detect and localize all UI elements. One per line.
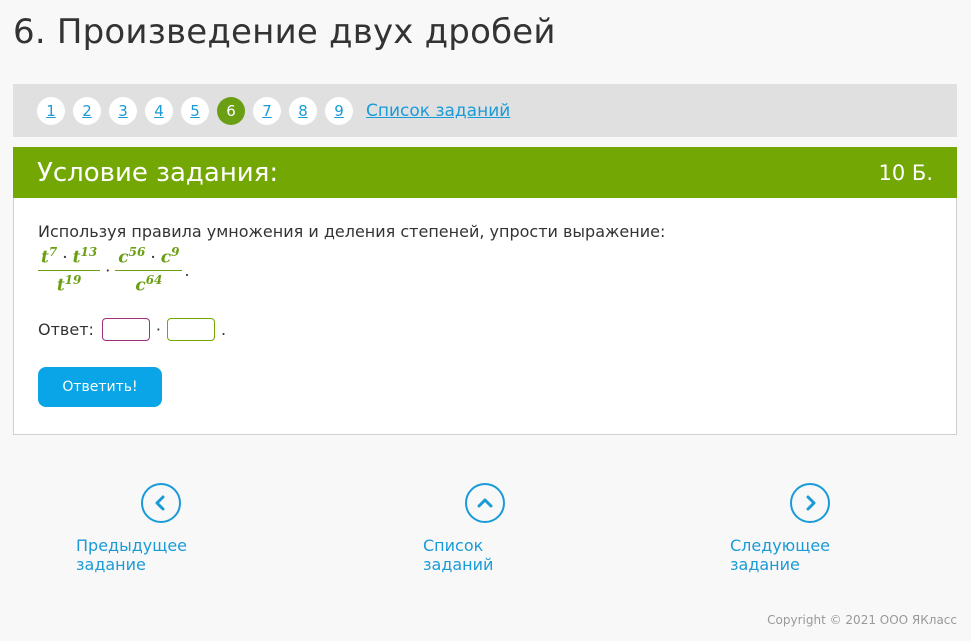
- multiply-operator: ·: [105, 260, 111, 280]
- task-list-link[interactable]: Список заданий: [366, 101, 510, 121]
- fraction-1-denominator: t19: [56, 272, 82, 296]
- task-instruction: Используя правила умножения и деления ст…: [38, 222, 666, 241]
- task-header: Условие задания: 10 Б.: [13, 147, 957, 198]
- answer-input-1[interactable]: [101, 318, 150, 342]
- expression-end: .: [184, 260, 190, 280]
- page-link-4[interactable]: 4: [145, 96, 173, 125]
- copyright: Copyright © 2021 ООО ЯКласс: [767, 613, 957, 627]
- fraction-1-numerator: t7 · t13: [38, 245, 101, 271]
- page-link-7[interactable]: 7: [253, 96, 281, 125]
- task-body: Используя правила умножения и деления ст…: [14, 198, 956, 408]
- chevron-up-icon: [465, 483, 505, 523]
- math-expression: t7 · t13 t19 · c56 · c9 c64 .: [38, 245, 932, 295]
- fraction-2-denominator: c64: [135, 272, 163, 296]
- prev-task-label: Предыдущее задание: [76, 536, 188, 574]
- answer-multiply-operator: ·: [155, 320, 161, 340]
- page-link-3[interactable]: 3: [109, 96, 137, 125]
- page-link-6-current[interactable]: 6: [217, 96, 245, 125]
- fraction-2: c56 · c9 c64: [115, 245, 183, 296]
- next-task-link[interactable]: Следующее задание: [730, 483, 889, 574]
- task-list-nav-link[interactable]: Список заданий: [423, 483, 547, 574]
- answer-input-2[interactable]: [167, 318, 215, 342]
- answer-end: .: [221, 320, 227, 340]
- task-points: 10 Б.: [878, 160, 933, 185]
- page-link-2[interactable]: 2: [73, 96, 101, 125]
- page-title: 6. Произведение двух дробей: [13, 12, 556, 52]
- page-link-8[interactable]: 8: [289, 96, 317, 125]
- page-link-9[interactable]: 9: [325, 96, 353, 125]
- fraction-1: t7 · t13 t19: [38, 245, 101, 296]
- page-link-5[interactable]: 5: [181, 96, 209, 125]
- answer-row: Ответ: · .: [38, 318, 932, 342]
- task-header-title: Условие задания:: [37, 157, 279, 188]
- next-task-label: Следующее задание: [730, 536, 830, 574]
- chevron-left-icon: [140, 483, 181, 523]
- submit-answer-button[interactable]: Ответить!: [38, 367, 162, 408]
- task-card: Условие задания: 10 Б. Используя правила…: [13, 147, 957, 435]
- prev-task-link[interactable]: Предыдущее задание: [76, 483, 245, 574]
- page-link-1[interactable]: 1: [37, 96, 65, 125]
- task-list-nav-label: Список заданий: [423, 536, 494, 574]
- task-pager: 1 2 3 4 5 6 7 8 9 Список заданий: [13, 84, 957, 137]
- answer-label: Ответ:: [38, 320, 94, 340]
- fraction-2-numerator: c56 · c9: [115, 245, 183, 271]
- chevron-right-icon: [789, 483, 830, 523]
